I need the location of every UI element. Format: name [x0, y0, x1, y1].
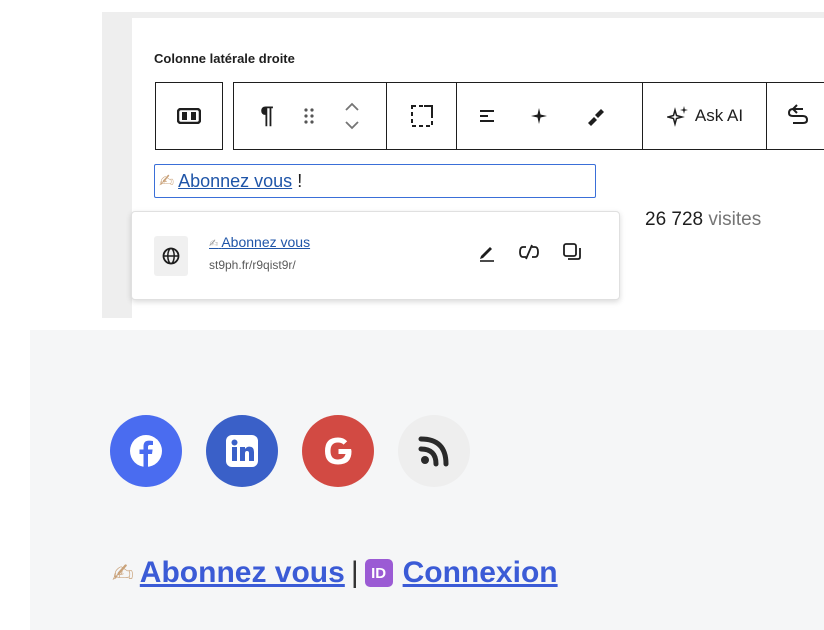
style-button[interactable] — [580, 83, 610, 149]
link-suffix: ! — [297, 170, 303, 191]
visit-label: visites — [708, 209, 762, 230]
pilcrow-icon: ¶ — [260, 102, 274, 129]
visit-count: 26 728 — [645, 209, 704, 230]
linkedin-link[interactable] — [206, 415, 278, 487]
columns-block-button[interactable] — [156, 83, 222, 149]
transform-icon — [787, 104, 809, 124]
columns-icon — [177, 108, 201, 124]
ask-ai-label: Ask AI — [694, 106, 744, 125]
align-left-icon — [480, 110, 494, 122]
ai-sparkles-icon — [666, 106, 688, 127]
footer-links: ✍ Abonnez vous | ID Connexion — [112, 556, 558, 590]
facebook-icon — [130, 435, 162, 467]
popover-link-title[interactable]: ✍ Abonnez vous — [209, 234, 310, 250]
writing-hand-icon: ✍ — [159, 170, 175, 191]
link-popover: ✍ Abonnez vous st9ph.fr/r9qist9r/ — [131, 211, 620, 300]
popover-url: st9ph.fr/r9qist9r/ — [209, 258, 296, 272]
link-text-field[interactable]: ✍ Abonnez vous ! — [154, 164, 596, 198]
unlink-icon — [519, 244, 539, 260]
rss-link[interactable] — [398, 415, 470, 487]
login-link[interactable]: Connexion — [403, 556, 558, 590]
drag-handle-icon — [304, 108, 314, 124]
google-icon — [325, 437, 352, 465]
copy-icon — [563, 243, 581, 260]
ai-sparkle-button[interactable] — [526, 83, 552, 149]
select-parent-button[interactable] — [404, 83, 440, 149]
sidebar-title: Colonne latérale droite — [154, 51, 295, 66]
drag-handle[interactable] — [296, 83, 322, 149]
unlink-button[interactable] — [518, 242, 540, 267]
writing-hand-icon: ✍ — [112, 557, 134, 588]
paint-brush-icon — [588, 109, 604, 126]
align-button[interactable] — [474, 83, 500, 149]
link-text[interactable]: Abonnez vous — [178, 171, 292, 192]
facebook-link[interactable] — [110, 415, 182, 487]
edit-link-button[interactable] — [477, 242, 497, 267]
globe-icon — [154, 236, 188, 276]
rss-icon — [418, 436, 449, 467]
link-separator: | — [350, 556, 359, 589]
chevron-up-down-icon — [345, 102, 359, 130]
block-toolbar: ¶ Ask AI — [233, 82, 824, 150]
sparkle-icon — [531, 108, 547, 124]
move-up-down-button[interactable] — [338, 83, 366, 149]
subscribe-link[interactable]: Abonnez vous — [140, 556, 345, 590]
ask-ai-button[interactable]: Ask AI — [650, 83, 760, 149]
visit-counter: 26 728 visites — [645, 209, 761, 231]
google-link[interactable] — [302, 415, 374, 487]
popover-link-text: Abonnez vous — [221, 234, 311, 250]
dashed-frame-icon — [411, 105, 433, 127]
pencil-icon — [480, 247, 494, 262]
linkedin-icon — [226, 435, 258, 467]
writing-hand-icon: ✍ — [209, 238, 219, 250]
transform-button[interactable] — [780, 83, 816, 149]
paragraph-button[interactable]: ¶ — [252, 83, 282, 149]
block-toolbar-parent — [155, 82, 223, 150]
id-badge-icon: ID — [364, 559, 393, 587]
copy-link-button[interactable] — [562, 242, 582, 267]
